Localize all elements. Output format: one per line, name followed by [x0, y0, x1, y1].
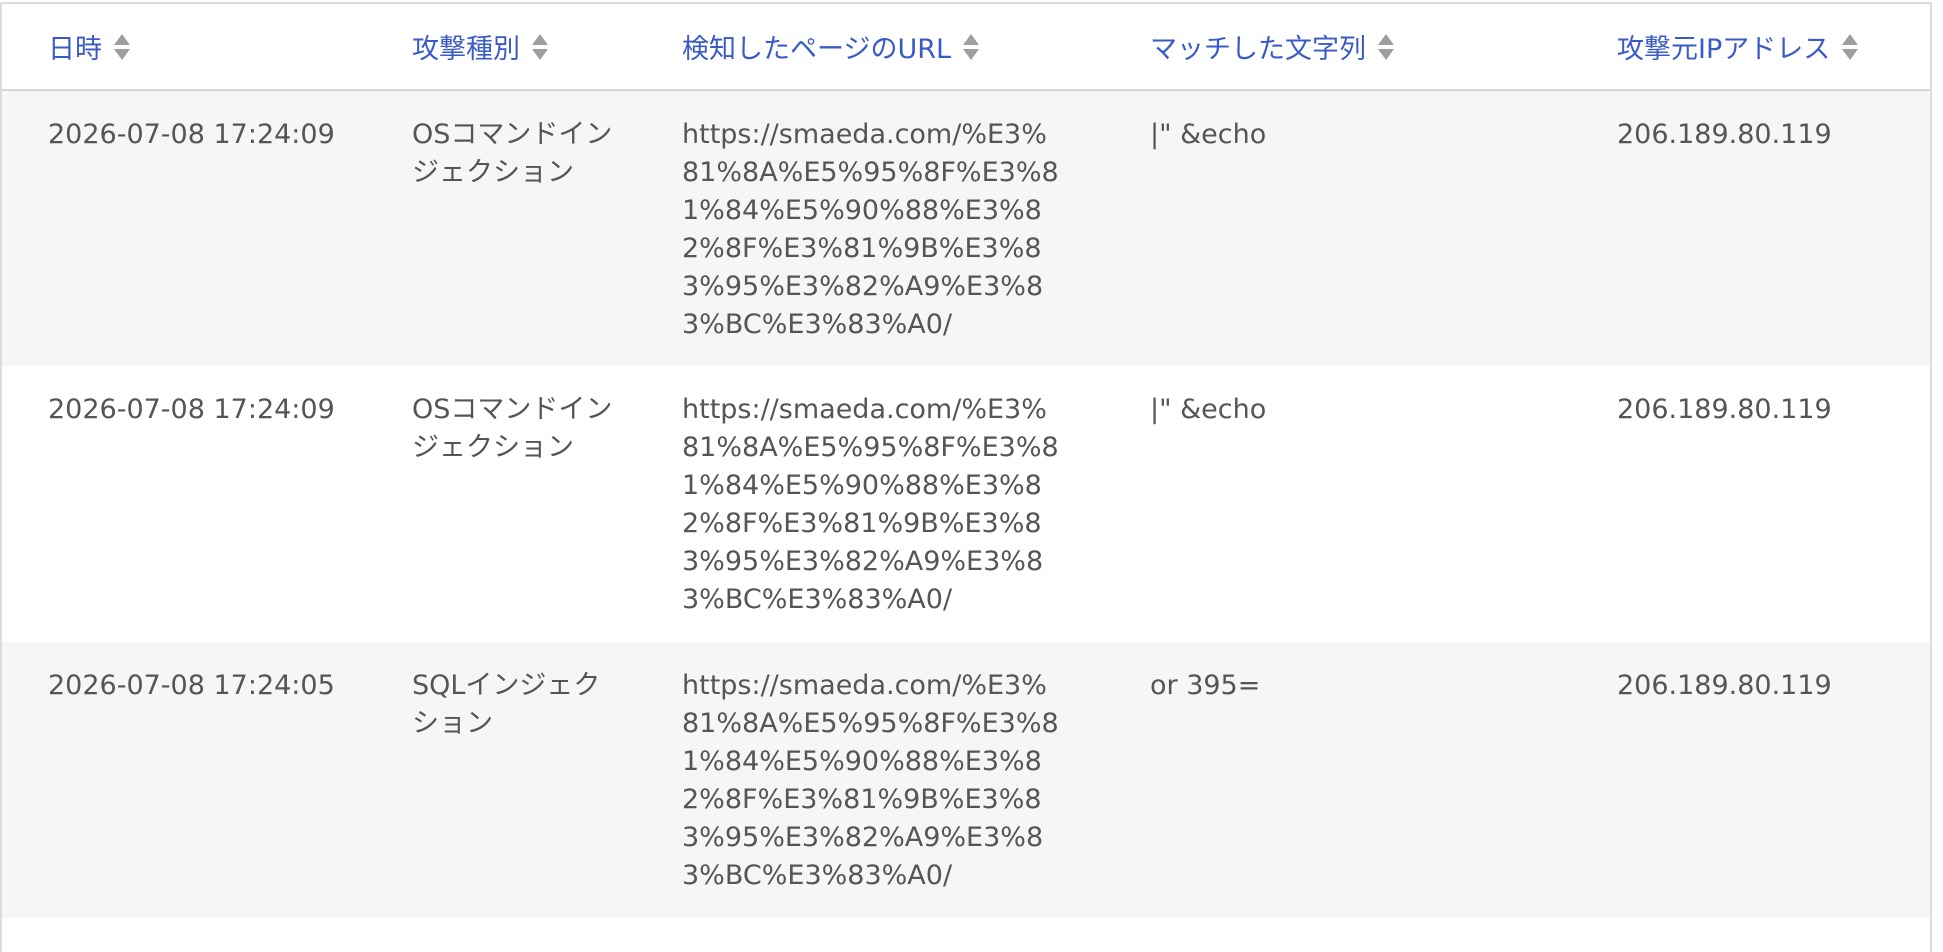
attack-log-table: 日時 攻撃種別 検知したページのURL マッチした文字列 攻撃元IPアドレス 2…: [2, 4, 1930, 952]
sort-icon[interactable]: [532, 33, 548, 60]
table-header: 日時 攻撃種別 検知したページのURL マッチした文字列 攻撃元IPアドレス: [2, 4, 1930, 90]
cell-matched-string: |" &echo: [1150, 394, 1267, 425]
column-header-date-label: 日時: [48, 34, 102, 65]
table-row: 2026-07-08 17:24:09 OSコマンドインジェクション https…: [2, 90, 1930, 366]
column-header-date[interactable]: 日時: [2, 4, 366, 90]
table-row: 2026-07-08 17:24:05 SQLインジェクション https://…: [2, 642, 1930, 918]
sort-icon[interactable]: [1842, 33, 1859, 60]
cell-source-ip: 206.189.80.119: [1617, 119, 1832, 150]
column-header-attack-type-label: 攻撃種別: [412, 34, 520, 65]
sort-icon[interactable]: [114, 33, 130, 60]
cell-matched-string: or 395=: [1150, 670, 1261, 701]
column-header-source-ip-label: 攻撃元IPアドレス: [1617, 34, 1831, 65]
table-row: 2026-07-08 17:24:09 OSコマンドインジェクション https…: [2, 366, 1930, 642]
column-header-url-label: 検知したページのURL: [682, 34, 952, 65]
sort-icon[interactable]: [963, 33, 980, 60]
cell-date: 2026-07-08 17:24:09: [48, 394, 335, 425]
cell-attack-type: OSコマンドインジェクション: [412, 394, 613, 463]
cell-date: 2026-07-08 17:24:09: [48, 119, 335, 150]
cell-url: https://smaeda.com/%E3%81%8A%E5%95%8F%E3…: [682, 670, 1059, 891]
cut-off-row: [2, 918, 1930, 952]
cell-source-ip: 206.189.80.119: [1617, 394, 1832, 425]
sort-icon[interactable]: [1378, 33, 1394, 60]
cell-attack-type: SQLインジェクション: [412, 670, 601, 739]
column-header-matched-label: マッチした文字列: [1150, 34, 1366, 65]
column-header-url[interactable]: 検知したページのURL: [636, 4, 1104, 90]
cell-url: https://smaeda.com/%E3%81%8A%E5%95%8F%E3…: [682, 119, 1059, 340]
column-header-source-ip[interactable]: 攻撃元IPアドレス: [1571, 4, 1930, 90]
detection-log-panel: 日時 攻撃種別 検知したページのURL マッチした文字列 攻撃元IPアドレス 2…: [0, 2, 1932, 952]
column-header-matched[interactable]: マッチした文字列: [1104, 4, 1571, 90]
column-header-attack-type[interactable]: 攻撃種別: [366, 4, 636, 90]
table-row-partial: [2, 918, 1930, 952]
table-body: 2026-07-08 17:24:09 OSコマンドインジェクション https…: [2, 90, 1930, 952]
cell-url: https://smaeda.com/%E3%81%8A%E5%95%8F%E3…: [682, 394, 1059, 615]
cell-matched-string: |" &echo: [1150, 119, 1267, 150]
cell-source-ip: 206.189.80.119: [1617, 670, 1832, 701]
cell-attack-type: OSコマンドインジェクション: [412, 119, 613, 188]
cell-date: 2026-07-08 17:24:05: [48, 670, 335, 701]
